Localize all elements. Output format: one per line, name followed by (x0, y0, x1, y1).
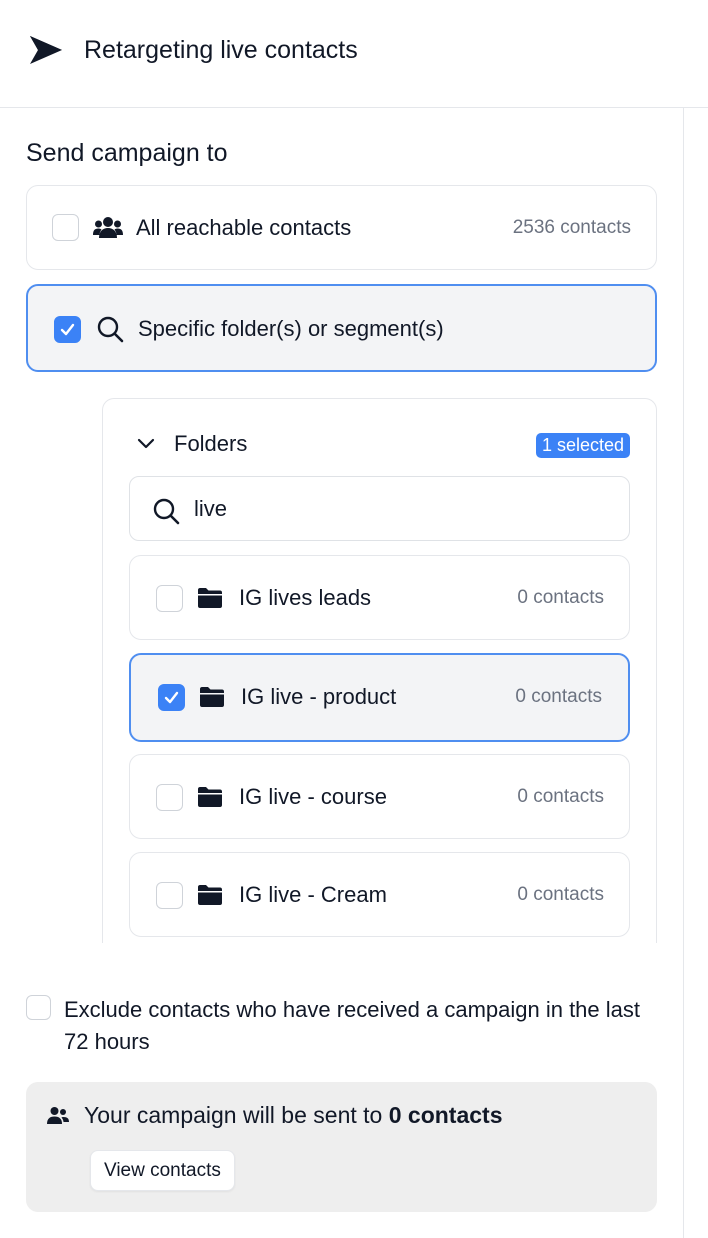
view-contacts-button[interactable]: View contacts (90, 1150, 235, 1191)
folder-icon (200, 687, 224, 707)
folder-count: 0 contacts (515, 686, 602, 707)
users-icon (47, 1107, 69, 1124)
send-arrow-logo-icon (30, 36, 62, 64)
folder-checkbox[interactable] (156, 784, 183, 811)
specific-folders-label: Specific folder(s) or segment(s) (138, 316, 444, 341)
users-icon (93, 217, 123, 238)
folder-item[interactable]: IG live - course 0 contacts (129, 754, 630, 839)
folders-panel: Folders 1 selected live IG lives leads 0… (102, 398, 657, 943)
checkmark-icon (164, 691, 179, 704)
folder-search-value: live (194, 496, 228, 521)
summary-prefix: Your campaign will be sent to (84, 1102, 383, 1128)
exclude-recent-label: Exclude contacts who have received a cam… (64, 997, 640, 1054)
all-contacts-label: All reachable contacts (136, 215, 352, 240)
send-to-heading: Send campaign to (26, 139, 228, 167)
exclude-recent-checkbox[interactable] (26, 995, 51, 1020)
folder-checkbox[interactable] (158, 684, 185, 711)
folder-name: IG live - product (241, 684, 397, 709)
search-icon (97, 316, 124, 343)
folder-item[interactable]: IG live - product 0 contacts (129, 653, 630, 742)
folder-search-input[interactable]: live (129, 476, 630, 541)
page-title: Retargeting live contacts (84, 36, 358, 64)
all-contacts-count: 2536 contacts (512, 217, 631, 238)
specific-folders-checkbox[interactable] (54, 316, 81, 343)
folders-title[interactable]: Folders (174, 431, 247, 457)
page-header: Retargeting live contacts (0, 0, 708, 108)
folder-count: 0 contacts (517, 587, 604, 608)
folder-item[interactable]: IG live - Cream 0 contacts (129, 852, 630, 937)
search-icon (153, 498, 180, 525)
folder-checkbox[interactable] (156, 585, 183, 612)
folder-name: IG live - Cream (239, 882, 387, 907)
folder-name: IG lives leads (239, 585, 372, 610)
panel-divider (683, 108, 684, 1238)
folder-icon (198, 787, 222, 807)
selected-count-badge: 1 selected (535, 433, 630, 458)
all-contacts-checkbox[interactable] (52, 214, 79, 241)
chevron-down-icon[interactable] (137, 437, 155, 451)
folder-name: IG live - course (239, 784, 387, 809)
folder-icon (198, 588, 222, 608)
folder-count: 0 contacts (517, 786, 604, 807)
folder-checkbox[interactable] (156, 882, 183, 909)
option-all-contacts[interactable]: All reachable contacts 2536 contacts (26, 185, 657, 270)
folder-item[interactable]: IG lives leads 0 contacts (129, 555, 630, 640)
campaign-summary: Your campaign will be sent to 0 contacts… (26, 1082, 657, 1212)
folder-icon (198, 885, 222, 905)
summary-text: Your campaign will be sent to 0 contacts (84, 1102, 502, 1129)
summary-count: 0 contacts (388, 1102, 503, 1128)
checkmark-icon (60, 323, 75, 336)
option-specific-folders[interactable]: Specific folder(s) or segment(s) (26, 284, 657, 372)
folder-count: 0 contacts (517, 884, 604, 905)
